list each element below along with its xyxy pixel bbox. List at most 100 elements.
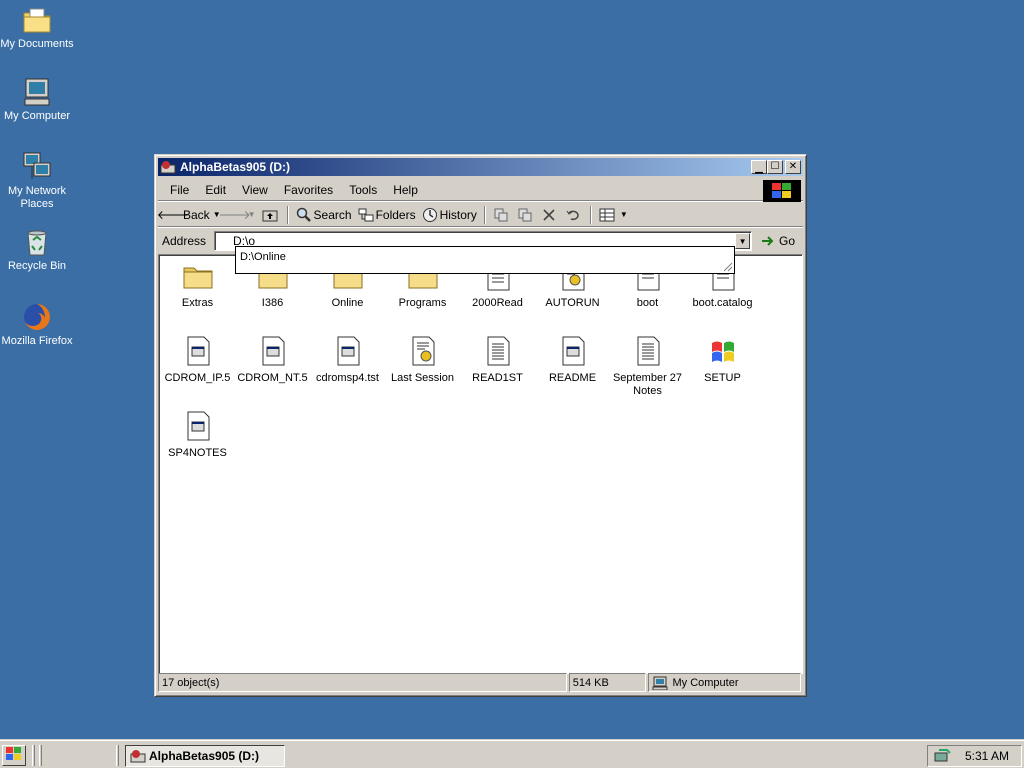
toolbar: 🡐 Back ▼ 🡒 ▼ Search Folders History ▼ bbox=[157, 203, 803, 227]
desktop-icon-network-places[interactable]: My Network Places bbox=[0, 151, 74, 211]
undo-button[interactable] bbox=[562, 207, 586, 223]
explorer-window: AlphaBetas905 (D:) ▁ ☐ ✕ File Edit View … bbox=[154, 154, 807, 697]
go-button[interactable]: Go bbox=[760, 234, 795, 248]
file-item-readme[interactable]: README bbox=[535, 335, 610, 385]
status-location: My Computer bbox=[648, 673, 801, 692]
taskbar-handle[interactable] bbox=[116, 745, 119, 766]
copy-to-button[interactable] bbox=[514, 207, 538, 223]
file-item-extras[interactable]: Extras bbox=[160, 260, 235, 310]
copy-to-icon bbox=[517, 207, 533, 223]
taskbar-window-button[interactable]: AlphaBetas905 (D:) bbox=[125, 745, 285, 767]
settings-file-icon bbox=[407, 335, 439, 367]
menu-favorites[interactable]: Favorites bbox=[276, 183, 341, 197]
menu-bar: File Edit View Favorites Tools Help bbox=[158, 179, 803, 202]
window-icon bbox=[130, 749, 146, 763]
file-name: SETUP bbox=[704, 372, 741, 384]
file-name: I386 bbox=[261, 297, 284, 309]
window-icon bbox=[160, 160, 176, 174]
file-item-read1st[interactable]: READ1ST bbox=[460, 335, 535, 385]
text-document-icon bbox=[632, 335, 664, 367]
computer-icon bbox=[652, 676, 668, 690]
file-icon bbox=[182, 410, 214, 442]
menu-edit[interactable]: Edit bbox=[197, 183, 234, 197]
file-name: September 27 Notes bbox=[612, 372, 683, 397]
maximize-icon: ☐ bbox=[770, 161, 780, 172]
forward-button[interactable]: 🡒 ▼ bbox=[218, 207, 259, 223]
address-autocomplete: D:\Online bbox=[235, 246, 735, 274]
windows-setup-icon bbox=[707, 335, 739, 367]
file-item-last-session[interactable]: Last Session bbox=[385, 335, 460, 385]
desktop-icon-firefox[interactable]: Mozilla Firefox bbox=[0, 301, 74, 348]
delete-button[interactable] bbox=[538, 207, 562, 223]
safely-remove-hardware-icon[interactable] bbox=[933, 748, 951, 764]
views-button[interactable]: ▼ bbox=[596, 207, 631, 223]
system-tray: 5:31 AM bbox=[927, 745, 1022, 767]
resize-grip-icon[interactable] bbox=[721, 260, 733, 272]
autocomplete-suggestion[interactable]: D:\Online bbox=[236, 247, 734, 267]
menu-help[interactable]: Help bbox=[385, 183, 426, 197]
toolbar-separator bbox=[286, 205, 289, 224]
file-item-cdromsp4[interactable]: cdromsp4.tst bbox=[310, 335, 385, 385]
forward-arrow-icon: 🡒 bbox=[218, 208, 251, 222]
file-icon bbox=[182, 335, 214, 367]
firefox-icon bbox=[21, 301, 53, 333]
address-dropdown-button[interactable]: ▼ bbox=[735, 233, 751, 249]
file-name: 2000Read bbox=[472, 297, 523, 309]
maximize-button[interactable]: ☐ bbox=[767, 160, 783, 174]
search-label: Search bbox=[313, 207, 352, 222]
chevron-down-icon: ▼ bbox=[619, 210, 628, 219]
folder-icon bbox=[182, 260, 214, 292]
file-icon bbox=[332, 335, 364, 367]
taskbar-handle[interactable] bbox=[39, 745, 42, 766]
network-icon bbox=[21, 151, 53, 183]
go-arrow-icon bbox=[760, 234, 776, 248]
file-item-setup[interactable]: SETUP bbox=[685, 335, 760, 385]
folders-button[interactable]: Folders bbox=[355, 207, 419, 223]
history-label: History bbox=[439, 207, 477, 222]
minimize-icon: ▁ bbox=[755, 163, 763, 174]
windows-logo-icon bbox=[763, 180, 801, 202]
history-icon bbox=[422, 207, 438, 223]
file-name: SP4NOTES bbox=[168, 447, 227, 459]
minimize-button[interactable]: ▁ bbox=[751, 160, 767, 174]
file-item-cdrom-ip5[interactable]: CDROM_IP.5 bbox=[160, 335, 235, 385]
status-bar: 17 object(s) 514 KB My Computer bbox=[158, 673, 803, 693]
folder-documents-icon bbox=[21, 4, 53, 36]
file-icon bbox=[557, 335, 589, 367]
search-button[interactable]: Search bbox=[293, 207, 355, 223]
title-bar[interactable]: AlphaBetas905 (D:) ▁ ☐ ✕ bbox=[158, 158, 803, 176]
delete-x-icon bbox=[541, 207, 557, 223]
file-name: boot bbox=[636, 297, 659, 309]
toolbar-separator bbox=[483, 205, 486, 224]
desktop-icon-my-computer[interactable]: My Computer bbox=[0, 76, 74, 123]
file-item-cdrom-nt5[interactable]: CDROM_NT.5 bbox=[235, 335, 310, 385]
chevron-down-icon: ▼ bbox=[738, 236, 747, 246]
close-button[interactable]: ✕ bbox=[785, 160, 801, 174]
desktop-icon-recycle-bin[interactable]: Recycle Bin bbox=[0, 226, 74, 273]
folders-label: Folders bbox=[375, 207, 416, 222]
file-item-sp4notes[interactable]: SP4NOTES bbox=[160, 410, 235, 460]
desktop-icon-my-documents[interactable]: My Documents bbox=[0, 4, 74, 51]
file-name: README bbox=[548, 372, 597, 384]
menu-view[interactable]: View bbox=[234, 183, 276, 197]
clock[interactable]: 5:31 AM bbox=[965, 749, 1009, 763]
chevron-down-icon: ▼ bbox=[247, 210, 256, 219]
move-to-icon bbox=[493, 207, 509, 223]
file-name: boot.catalog bbox=[692, 297, 753, 309]
menu-tools[interactable]: Tools bbox=[341, 183, 385, 197]
file-name: CDROM_IP.5 bbox=[164, 372, 231, 384]
up-folder-button[interactable] bbox=[259, 207, 283, 223]
menu-file[interactable]: File bbox=[162, 183, 197, 197]
desktop-icon-label: Recycle Bin bbox=[7, 260, 67, 272]
back-button[interactable]: 🡐 Back ▼ bbox=[157, 207, 224, 223]
taskbar-handle[interactable] bbox=[32, 745, 35, 766]
history-button[interactable]: History bbox=[419, 207, 480, 223]
recycle-bin-icon bbox=[21, 226, 53, 258]
back-label: Back bbox=[183, 207, 210, 222]
file-name: AUTORUN bbox=[545, 297, 600, 309]
move-to-button[interactable] bbox=[490, 207, 514, 223]
folders-icon bbox=[358, 207, 374, 223]
file-name: Online bbox=[331, 297, 364, 309]
file-item-september-notes[interactable]: September 27 Notes bbox=[610, 335, 685, 398]
start-button[interactable] bbox=[2, 745, 26, 766]
